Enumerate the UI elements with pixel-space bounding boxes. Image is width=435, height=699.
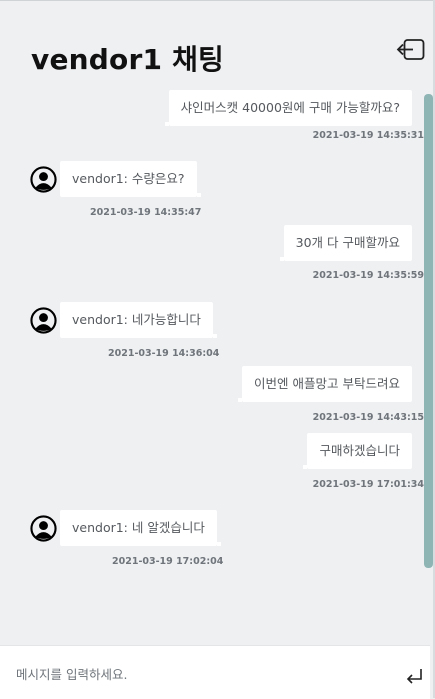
message-text: 30개 다 구매할까요 (295, 235, 400, 250)
message-text: vendor1: 수량은요? (72, 171, 185, 186)
message-timestamp: 2021-03-19 17:01:34 (312, 479, 424, 490)
message-bubble-mine: 구매하겠습니다 (303, 433, 412, 469)
message-text: 샤인머스캣 40000원에 구매 가능할까요? (180, 100, 400, 115)
message-text: 구매하겠습니다 (319, 443, 400, 458)
message-input[interactable] (14, 662, 388, 686)
message-timestamp: 2021-03-19 14:36:04 (108, 348, 220, 359)
message-timestamp: 2021-03-19 14:35:47 (90, 207, 202, 218)
message-text: vendor1: 네가능합니다 (72, 312, 201, 327)
message-timestamp: 2021-03-19 14:35:59 (312, 270, 424, 281)
message-list: 샤인머스캣 40000원에 구매 가능할까요? 2021-03-19 14:35… (0, 0, 424, 640)
enter-icon[interactable] (404, 666, 424, 686)
message-bubble-mine: 30개 다 구매할까요 (279, 225, 412, 261)
message-timestamp: 2021-03-19 14:43:15 (312, 412, 424, 423)
message-timestamp: 2021-03-19 17:02:04 (112, 556, 224, 567)
avatar-icon (30, 307, 57, 334)
message-scrollbar[interactable] (424, 94, 433, 568)
message-text: 이번엔 애플망고 부탁드려요 (254, 376, 400, 391)
message-bubble-other: vendor1: 수량은요? (60, 161, 201, 197)
message-text: vendor1: 네 알겠습니다 (72, 520, 205, 535)
message-bubble-mine: 이번엔 애플망고 부탁드려요 (238, 366, 412, 402)
avatar-icon (30, 166, 57, 193)
message-bubble-other: vendor1: 네가능합니다 (60, 302, 217, 338)
message-bubble-mine: 샤인머스캣 40000원에 구매 가능할까요? (164, 90, 412, 126)
message-timestamp: 2021-03-19 14:35:31 (312, 130, 424, 141)
message-input-bar (0, 645, 430, 699)
message-bubble-other: vendor1: 네 알겠습니다 (60, 510, 221, 546)
avatar-icon (30, 515, 57, 542)
